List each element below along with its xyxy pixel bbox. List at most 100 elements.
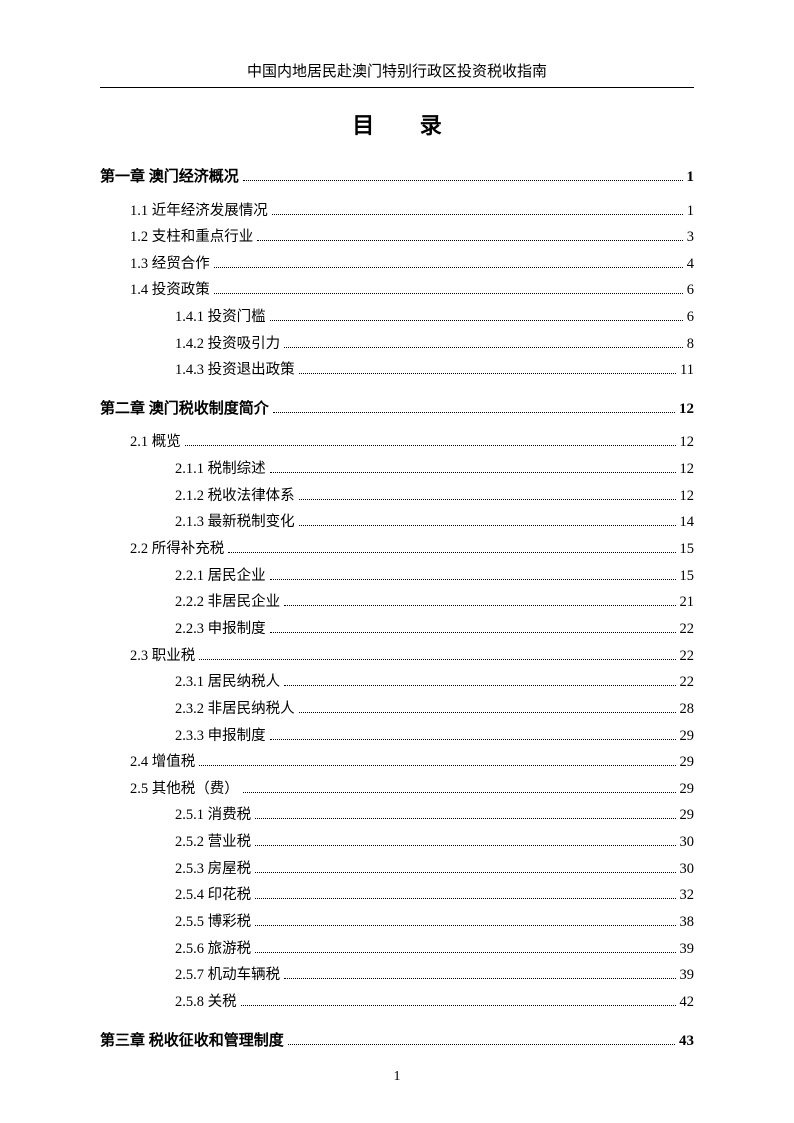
toc-entry: 1.4 投资政策 6: [100, 278, 694, 303]
toc-entry-page: 6: [687, 305, 694, 330]
toc-entry: 2.3 职业税 22: [100, 644, 694, 669]
toc-entry-page: 30: [680, 857, 695, 882]
toc-entry-label: 2.4 增值税: [130, 750, 195, 775]
toc-entry: 2.5.6 旅游税39: [100, 937, 694, 962]
toc-leader: [241, 992, 676, 1006]
toc-entry-label: 2.5.3 房屋税: [175, 857, 251, 882]
toc-entry: 2.1.1 税制综述 12: [100, 457, 694, 482]
toc-entry-page: 3: [687, 225, 694, 250]
toc-entry-page: 1: [687, 199, 694, 224]
toc-title: 目 录: [100, 108, 694, 140]
toc-entry-page: 1: [687, 165, 695, 191]
toc-entry-page: 39: [680, 937, 695, 962]
toc-entry-page: 12: [680, 484, 695, 509]
toc-entry: 2.5.2 营业税 30: [100, 830, 694, 855]
toc-entry-label: 2.1.2 税收法律体系: [175, 484, 295, 509]
toc-entry-page: 28: [680, 697, 695, 722]
toc-entry: 1.2 支柱和重点行业3: [100, 225, 694, 250]
toc-entry-page: 8: [687, 332, 694, 357]
toc-list: 第一章 澳门经济概况11.1 近年经济发展情况11.2 支柱和重点行业31.3 …: [100, 165, 694, 1054]
toc-entry: 2.3.3 申报制度29: [100, 724, 694, 749]
toc-entry-page: 6: [687, 278, 694, 303]
toc-entry-label: 2.2.2 非居民企业: [175, 590, 280, 615]
toc-entry-page: 4: [687, 252, 694, 277]
toc-entry: 2.1 概览 12: [100, 430, 694, 455]
toc-entry-label: 1.3 经贸合作: [130, 252, 210, 277]
toc-entry: 2.2.1 居民企业 15: [100, 564, 694, 589]
toc-entry-page: 32: [680, 883, 695, 908]
toc-entry-label: 第二章 澳门税收制度简介: [100, 397, 269, 423]
toc-entry-label: 第一章 澳门经济概况: [100, 165, 239, 191]
page-header: 中国内地居民赴澳门特别行政区投资税收指南: [100, 60, 694, 81]
toc-leader: [299, 512, 676, 526]
toc-leader: [270, 725, 676, 739]
toc-entry-page: 22: [680, 670, 695, 695]
toc-entry: 2.5.8 关税 42: [100, 990, 694, 1015]
toc-entry-label: 1.4.3 投资退出政策: [175, 358, 295, 383]
toc-entry-label: 2.3.3 申报制度: [175, 724, 266, 749]
toc-entry: 2.4 增值税 29: [100, 750, 694, 775]
toc-leader: [273, 398, 675, 413]
toc-entry-label: 2.1 概览: [130, 430, 181, 455]
toc-entry-label: 2.5.5 博彩税: [175, 910, 251, 935]
toc-entry-page: 38: [680, 910, 695, 935]
toc-entry-label: 1.4.1 投资门槛: [175, 305, 266, 330]
toc-leader: [284, 672, 675, 686]
toc-leader: [214, 280, 683, 294]
toc-entry-label: 2.3.2 非居民纳税人: [175, 697, 295, 722]
toc-entry-page: 15: [680, 564, 695, 589]
toc-entry-page: 11: [680, 358, 694, 383]
toc-leader: [243, 779, 676, 793]
toc-leader: [228, 539, 675, 553]
toc-leader: [284, 965, 675, 979]
toc-entry-label: 2.2.1 居民企业: [175, 564, 266, 589]
toc-entry-label: 2.5.4 印花税: [175, 883, 251, 908]
toc-entry-label: 2.1.1 税制综述: [175, 457, 266, 482]
toc-leader: [255, 859, 675, 873]
toc-entry: 1.3 经贸合作 4: [100, 252, 694, 277]
toc-entry-page: 22: [680, 644, 695, 669]
toc-entry-label: 2.5.8 关税: [175, 990, 237, 1015]
toc-leader: [272, 200, 683, 214]
toc-entry-label: 2.5.1 消费税: [175, 803, 251, 828]
toc-entry-page: 29: [680, 777, 695, 802]
toc-entry: 第一章 澳门经济概况 1: [100, 165, 694, 191]
toc-entry-label: 2.5.7 机动车辆税: [175, 963, 280, 988]
toc-entry: 2.5 其他税（费）29: [100, 777, 694, 802]
toc-leader: [214, 254, 683, 268]
toc-entry-page: 12: [680, 457, 695, 482]
document-page: 中国内地居民赴澳门特别行政区投资税收指南 目 录 第一章 澳门经济概况11.1 …: [0, 0, 794, 1123]
toc-leader: [199, 646, 675, 660]
toc-entry-page: 29: [680, 750, 695, 775]
toc-leader: [270, 566, 676, 580]
toc-entry-label: 2.1.3 最新税制变化: [175, 510, 295, 535]
toc-entry-label: 1.4.2 投资吸引力: [175, 332, 280, 357]
toc-leader: [299, 360, 676, 374]
toc-entry: 2.1.3 最新税制变化14: [100, 510, 694, 535]
toc-entry: 2.5.1 消费税 29: [100, 803, 694, 828]
toc-entry: 1.4.2 投资吸引力 8: [100, 332, 694, 357]
toc-entry-label: 2.3 职业税: [130, 644, 195, 669]
toc-entry-page: 42: [680, 990, 695, 1015]
header-divider: [100, 87, 694, 88]
toc-entry: 1.4.1 投资门槛 6: [100, 305, 694, 330]
toc-entry: 2.5.7 机动车辆税 39: [100, 963, 694, 988]
toc-entry-page: 15: [680, 537, 695, 562]
toc-entry-label: 第三章 税收征收和管理制度: [100, 1029, 284, 1055]
toc-entry-page: 29: [680, 803, 695, 828]
toc-entry: 2.1.2 税收法律体系 12: [100, 484, 694, 509]
toc-entry-label: 2.5.2 营业税: [175, 830, 251, 855]
toc-leader: [255, 912, 675, 926]
toc-entry-page: 30: [680, 830, 695, 855]
toc-entry: 2.3.2 非居民纳税人 28: [100, 697, 694, 722]
toc-entry: 2.3.1 居民纳税人22: [100, 670, 694, 695]
toc-leader: [199, 752, 675, 766]
toc-entry-page: 12: [680, 430, 695, 455]
toc-entry-page: 22: [680, 617, 695, 642]
toc-entry-label: 2.2.3 申报制度: [175, 617, 266, 642]
toc-entry: 2.5.5 博彩税 38: [100, 910, 694, 935]
toc-entry-page: 39: [680, 963, 695, 988]
toc-entry: 2.2.3 申报制度 22: [100, 617, 694, 642]
toc-entry: 2.5.3 房屋税 30: [100, 857, 694, 882]
toc-entry-label: 1.4 投资政策: [130, 278, 210, 303]
